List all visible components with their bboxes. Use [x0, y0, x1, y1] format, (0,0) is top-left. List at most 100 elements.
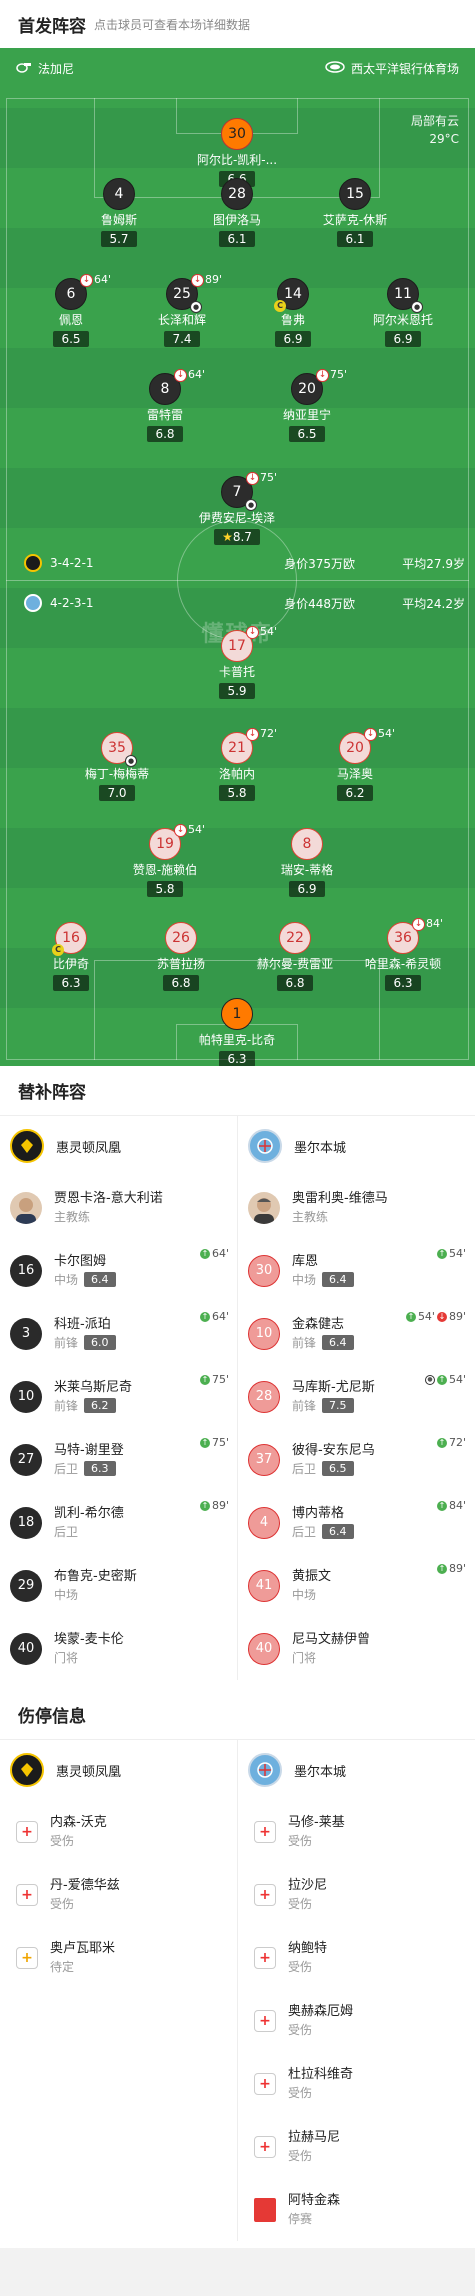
player-number: 17 ↓ 54' [221, 625, 277, 662]
player-number: 6 ↓ 64' [55, 273, 111, 310]
away-player[interactable]: 7 ↓ 75' ● 伊费安尼-埃泽 ★8.7 [182, 471, 292, 545]
sub-player-row[interactable]: 41 黄振文 中场 ↑ 89' [238, 1554, 474, 1617]
sub-player-row[interactable]: 40 埃蒙-麦卡伦 门将 [0, 1617, 237, 1680]
player-name: 帕特里克-比奇 [198, 1033, 276, 1047]
first-aid-icon: + [254, 2135, 276, 2158]
player-name: 鲁姆斯 [100, 213, 137, 227]
injury-status: 受伤 [288, 2148, 313, 2163]
sub-player-row[interactable]: 10 金森健志 前锋 6.4 ↑ 54' ↓ 89' [238, 1302, 474, 1365]
player-name: 图伊洛马 [212, 213, 261, 227]
sub-out-icon: ↓ [412, 918, 425, 931]
player-number: 11 ● [387, 278, 423, 313]
injury-row[interactable]: + 拉赫马尼 受伤 [238, 2115, 474, 2178]
home-coach[interactable]: 贾恩卡洛-意大利诺 主教练 [0, 1176, 237, 1239]
sub-events: ● ↑ 54' [424, 1373, 466, 1386]
sub-minute: 84' [426, 917, 444, 930]
player-name: 鲁弗 [280, 313, 305, 327]
home-player[interactable]: 8 瑞安-蒂格 6.9 [252, 828, 362, 897]
sub-out-icon: ↓ [246, 728, 259, 741]
sub-player-position: 中场 [292, 1587, 317, 1602]
home-player[interactable]: 20 ↓ 54' 马泽奥 6.2 [300, 727, 410, 801]
away-player[interactable]: 6 ↓ 64' 佩恩 6.5 [16, 273, 126, 347]
sub-player-row[interactable]: 18 凯利-希尔德 后卫 ↑ 89' [0, 1491, 237, 1554]
player-number: 1 [221, 998, 253, 1030]
sub-player-position: 前锋 [292, 1335, 317, 1350]
home-player[interactable]: 19 ↓ 54' 赞恩-施赖伯 5.8 [110, 823, 220, 897]
injury-row[interactable]: + 杜拉科维奇 受伤 [238, 2052, 474, 2115]
sub-minute: 75' [260, 471, 278, 484]
sub-in-icon: ↑ [199, 1311, 210, 1322]
subs-title: 替补阵容 [0, 1066, 475, 1116]
injury-row[interactable]: 阿特金森 停赛 [238, 2178, 474, 2241]
player-rating: 6.8 [147, 426, 183, 442]
first-aid-icon: + [16, 1820, 38, 1843]
player-name: 长泽和辉 [157, 313, 206, 327]
player-number-badge: 30 [248, 1254, 280, 1287]
home-coach-role: 主教练 [54, 1209, 91, 1224]
sub-player-row[interactable]: 30 库恩 中场 6.4 ↑ 54' [238, 1239, 474, 1302]
sub-player-row[interactable]: 10 米莱乌斯尼奇 前锋 6.2 ↑ 75' [0, 1365, 237, 1428]
player-rating: 5.8 [147, 881, 183, 897]
injury-player-name: 杜拉科维奇 [288, 2066, 354, 2082]
sub-player-position: 后卫 [292, 1461, 317, 1476]
away-player[interactable]: 11 ● 阿尔米恩托 6.9 [348, 278, 458, 347]
sub-player-row[interactable]: 27 马特-谢里登 后卫 6.3 ↑ 75' [0, 1428, 237, 1491]
sub-out-icon: ↓ [246, 626, 259, 639]
injury-row[interactable]: + 奥卢瓦耶米 待定 [0, 1926, 237, 1989]
injury-row[interactable]: + 拉沙尼 受伤 [238, 1863, 474, 1926]
sub-out-icon: ↓ [364, 728, 377, 741]
sub-minute: 64' [94, 273, 112, 286]
home-formation: 3-4-2-1 [50, 556, 94, 570]
away-player[interactable]: 30阿尔比-凯利-...6.6 [182, 118, 292, 187]
injury-row[interactable]: + 纳鲍特 受伤 [238, 1926, 474, 1989]
sub-in-icon: ↑ [199, 1374, 210, 1385]
star-icon: ★ [222, 530, 233, 544]
away-player[interactable]: 20 ↓ 75' 纳亚里宁 6.5 [252, 368, 362, 442]
player-number-badge: 10 [248, 1317, 280, 1350]
away-coach[interactable]: 奥雷利奥-维德马 主教练 [238, 1176, 474, 1239]
home-player[interactable]: 36 ↓ 84' 哈里森-希灵顿 6.3 [348, 917, 458, 991]
sub-player-row[interactable]: 16 卡尔图姆 中场 6.4 ↑ 64' [0, 1239, 237, 1302]
subs-home-team[interactable]: 惠灵顿凤凰 [0, 1116, 237, 1176]
home-player[interactable]: 22 赫尔曼-费雷亚 6.8 [240, 922, 350, 991]
sub-player-row[interactable]: 28 马库斯-尤尼斯 前锋 7.5 ● ↑ 54' [238, 1365, 474, 1428]
first-aid-icon: + [16, 1883, 38, 1906]
injury-row[interactable]: + 内森-沃克 受伤 [0, 1800, 237, 1863]
player-rating: 6.9 [289, 881, 325, 897]
sub-events: ↑ 54' [436, 1247, 466, 1260]
sub-player-position: 前锋 [292, 1398, 317, 1413]
away-player[interactable]: 28 图伊洛马 6.1 [182, 178, 292, 247]
away-player[interactable]: 25 ↓ 89' ● 长泽和辉 7.4 [127, 273, 237, 347]
injury-row[interactable]: + 丹-爱德华兹 受伤 [0, 1863, 237, 1926]
subs-away-team[interactable]: 墨尔本城 [238, 1116, 474, 1176]
sub-events: ↑ 75' [199, 1373, 229, 1386]
injury-row[interactable]: + 马修-莱基 受伤 [238, 1800, 474, 1863]
home-player[interactable]: 17 ↓ 54' 卡普托 5.9 [182, 625, 292, 699]
home-player[interactable]: 35 ● 梅丁-梅梅蒂 7.0 [62, 732, 172, 801]
sub-player-rating: 6.4 [322, 1524, 354, 1539]
injury-away-team[interactable]: 墨尔本城 [238, 1740, 474, 1800]
player-number: 15 [339, 178, 371, 210]
injury-section: 伤停信息 惠灵顿凤凰 + 内森-沃克 受伤 + 丹-爱德华兹 受伤 + 奥卢瓦耶米 待定 墨尔本… [0, 1690, 475, 2241]
sub-player-rating: 7.5 [322, 1398, 354, 1413]
injury-row[interactable]: + 奥赫森厄姆 受伤 [238, 1989, 474, 2052]
home-player[interactable]: 26 苏普拉扬 6.8 [126, 922, 236, 991]
sub-player-row[interactable]: 3 科班-派珀 前锋 6.0 ↑ 64' [0, 1302, 237, 1365]
sub-player-row[interactable]: 4 博内蒂格 后卫 6.4 ↑ 84' [238, 1491, 474, 1554]
home-player[interactable]: 1 帕特里克-比奇 6.3 [182, 998, 292, 1066]
sub-player-row[interactable]: 29 布鲁克-史密斯 中场 [0, 1554, 237, 1617]
home-player[interactable]: 16 C 比伊奇 6.3 [16, 922, 126, 991]
sub-player-row[interactable]: 40 尼马文赫伊曾 门将 [238, 1617, 474, 1680]
injury-home-team[interactable]: 惠灵顿凤凰 [0, 1740, 237, 1800]
home-market-value: 身价375万欧 [284, 556, 355, 571]
away-coach-name: 奥雷利奥-维德马 [292, 1190, 388, 1206]
home-player[interactable]: 21 ↓ 72' 洛帕内 5.8 [182, 727, 292, 801]
sub-minute: 72' [260, 727, 278, 740]
sub-player-row[interactable]: 37 彼得-安东尼乌 后卫 6.5 ↑ 72' [238, 1428, 474, 1491]
injury-away-team-name: 墨尔本城 [294, 1764, 347, 1780]
away-player[interactable]: 14 C 鲁弗 6.9 [238, 278, 348, 347]
away-player[interactable]: 15 艾萨克-休斯 6.1 [300, 178, 410, 247]
away-player[interactable]: 4 鲁姆斯 5.7 [64, 178, 174, 247]
home-coach-name: 贾恩卡洛-意大利诺 [54, 1190, 163, 1206]
away-player[interactable]: 8 ↓ 64' 雷特雷 6.8 [110, 368, 220, 442]
